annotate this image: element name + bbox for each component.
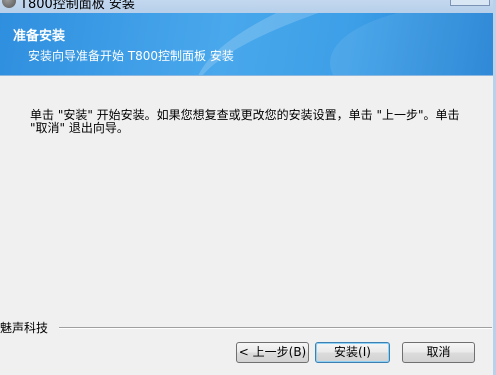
banner-swoosh <box>179 13 496 75</box>
banner-title: 准备安装 <box>13 29 66 44</box>
installer-icon <box>2 0 16 8</box>
separator-line <box>59 327 492 329</box>
cancel-button[interactable]: 取消 <box>402 342 475 363</box>
banner-subtitle: 安装向导准备开始 T800控制面板 安装 <box>28 49 234 63</box>
content-area: 单击 "安装" 开始安装。如果您想复查或更改您的安装设置，单击 "上一步"。单击… <box>0 77 496 319</box>
brand-label: 魅声科技 <box>0 321 49 335</box>
close-button[interactable] <box>450 0 490 6</box>
install-button[interactable]: 安装(I) <box>315 342 390 363</box>
branding-separator: 魅声科技 <box>0 319 496 335</box>
instructions-text: 单击 "安装" 开始安装。如果您想复查或更改您的安装设置，单击 "上一步"。单击… <box>30 108 460 135</box>
header-banner: 准备安装 安装向导准备开始 T800控制面板 安装 <box>0 13 496 76</box>
back-button[interactable]: < 上一步(B) <box>236 342 309 363</box>
title-bar[interactable]: T800控制面板 安装 <box>0 0 496 13</box>
window-title: T800控制面板 安装 <box>20 0 135 12</box>
